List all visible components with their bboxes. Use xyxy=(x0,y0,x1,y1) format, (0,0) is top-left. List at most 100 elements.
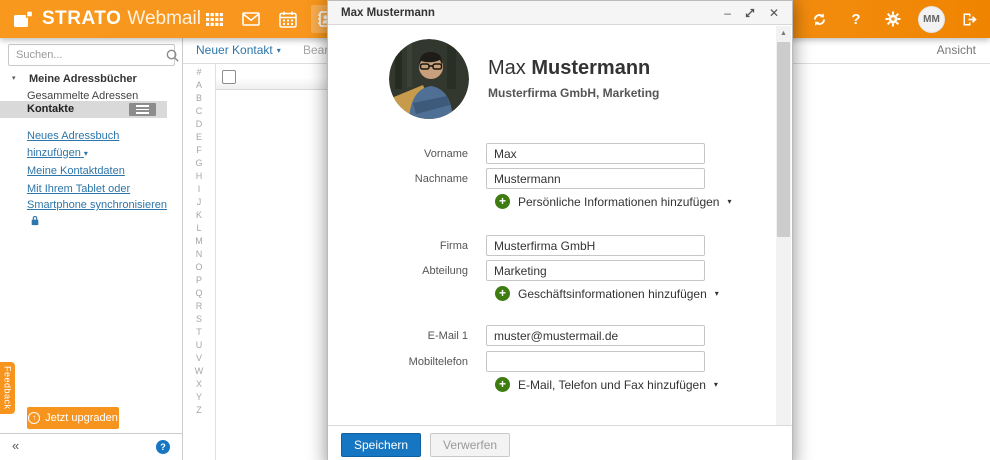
app-launcher-nav xyxy=(200,0,339,38)
contact-list-header xyxy=(216,64,329,90)
caret-down-icon: ▾ xyxy=(714,289,719,298)
alphabet-letter[interactable]: G xyxy=(195,157,202,170)
refresh-icon[interactable] xyxy=(807,7,831,31)
alphabet-letter[interactable]: S xyxy=(196,313,202,326)
lock-icon xyxy=(30,215,40,232)
sidebar-footer: « ? xyxy=(0,433,182,460)
my-contact-data-link[interactable]: Meine Kontaktdaten xyxy=(27,163,175,180)
first-name-field[interactable] xyxy=(486,143,705,164)
folder-actions-menu-icon[interactable] xyxy=(129,103,156,116)
collapse-sidebar-icon[interactable]: « xyxy=(12,438,19,453)
alphabet-letter[interactable]: C xyxy=(196,105,203,118)
alphabet-letter[interactable]: K xyxy=(196,209,202,222)
add-email-phone-fax-link[interactable]: + E-Mail, Telefon und Fax hinzufügen ▾ xyxy=(495,377,718,392)
sync-devices-link[interactable]: Mit Ihrem Tablet oder Smartphone synchro… xyxy=(27,181,175,232)
expander-icon[interactable]: ▾ xyxy=(12,74,16,82)
caret-down-icon: ▾ xyxy=(727,197,732,206)
alphabet-letter[interactable]: N xyxy=(196,248,203,261)
email1-field[interactable] xyxy=(486,325,705,346)
save-button[interactable]: Speichern xyxy=(341,433,422,457)
add-addressbook-link[interactable]: Neues Adressbuch hinzufügen ▾ xyxy=(27,128,175,162)
caret-down-icon: ▾ xyxy=(276,45,281,55)
folders-sidebar: ▾ Meine Adressbücher Gesammelte Adressen… xyxy=(0,38,183,460)
alphabet-letter[interactable]: I xyxy=(198,183,201,196)
first-name-label: Vorname xyxy=(423,148,468,160)
alphabet-letter[interactable]: Z xyxy=(196,404,202,417)
alphabet-index-rail: # A B C D E F G H I J K L M N O P Q R S T U V W X Y Z xyxy=(183,64,216,460)
alphabet-letter[interactable]: O xyxy=(195,261,202,274)
calendar-icon[interactable] xyxy=(274,5,302,33)
contact-heading: Max Mustermann Musterfirma GmbH, Marketi… xyxy=(488,57,659,100)
company-label: Firma xyxy=(439,240,468,252)
header-right-controls: ? MM xyxy=(807,0,982,38)
alphabet-letter[interactable]: P xyxy=(196,274,202,287)
scrollbar-thumb[interactable] xyxy=(777,42,790,237)
alphabet-letter[interactable]: D xyxy=(196,118,203,131)
minimize-icon[interactable]: – xyxy=(724,7,731,19)
alphabet-letter[interactable]: E xyxy=(196,131,202,144)
alphabet-letter[interactable]: F xyxy=(196,144,202,157)
logout-icon[interactable] xyxy=(958,7,982,31)
alphabet-letter[interactable]: B xyxy=(196,92,202,105)
alphabet-letter[interactable]: T xyxy=(196,326,202,339)
department-field[interactable] xyxy=(486,260,705,281)
mobile-field[interactable] xyxy=(486,351,705,372)
contact-subtitle: Musterfirma GmbH, Marketing xyxy=(488,86,660,100)
dialog-titlebar[interactable]: Max Mustermann – ✕ xyxy=(328,1,792,25)
mobile-label: Mobiltelefon xyxy=(408,356,468,368)
sidebar-links: Neues Adressbuch hinzufügen ▾ Meine Kont… xyxy=(27,128,175,232)
email1-label: E-Mail 1 xyxy=(427,330,468,342)
alphabet-letter[interactable]: A xyxy=(196,79,202,92)
alphabet-letter[interactable]: U xyxy=(196,339,203,352)
search-input[interactable] xyxy=(9,49,165,61)
dialog-footer: Speichern Verwerfen xyxy=(328,425,792,460)
alphabet-letter[interactable]: R xyxy=(196,300,203,313)
upgrade-button[interactable]: ↑ Jetzt upgraden xyxy=(27,407,119,429)
last-name-field[interactable] xyxy=(486,168,705,189)
alphabet-letter[interactable]: # xyxy=(196,66,201,79)
plus-icon: + xyxy=(495,286,510,301)
upgrade-arrow-icon: ↑ xyxy=(28,412,41,424)
search-icon[interactable] xyxy=(165,48,180,63)
footer-help-icon[interactable]: ? xyxy=(156,440,170,454)
contact-photo[interactable] xyxy=(389,39,469,119)
view-menu-button[interactable]: Ansicht xyxy=(937,43,976,57)
alphabet-letter[interactable]: H xyxy=(196,170,203,183)
strato-logo[interactable]: STRATO Webmail xyxy=(0,8,201,30)
alphabet-letter[interactable]: M xyxy=(195,235,203,248)
company-field[interactable] xyxy=(486,235,705,256)
add-personal-info-link[interactable]: + Persönliche Informationen hinzufügen ▾ xyxy=(495,194,731,209)
alphabet-letter[interactable]: X xyxy=(196,378,202,391)
contact-display-name: Max Mustermann xyxy=(488,57,651,79)
sidebar-root-my-addressbooks[interactable]: ▾ Meine Adressbücher xyxy=(0,72,183,88)
new-contact-button[interactable]: Neuer Kontakt ▾ xyxy=(196,43,281,57)
alphabet-letter[interactable]: L xyxy=(196,222,201,235)
caret-down-icon: ▾ xyxy=(713,380,718,389)
search-box xyxy=(8,44,179,66)
expand-icon[interactable] xyxy=(745,8,755,18)
caret-down-icon: ▾ xyxy=(83,148,88,158)
sidebar-item-contacts[interactable]: Kontakte xyxy=(0,101,167,118)
strato-logo-icon xyxy=(13,9,34,29)
mail-icon[interactable] xyxy=(237,5,265,33)
feedback-tab[interactable]: Feedback xyxy=(0,362,15,414)
user-avatar[interactable]: MM xyxy=(918,5,945,33)
plus-icon: + xyxy=(495,377,510,392)
alphabet-letter[interactable]: Y xyxy=(196,391,202,404)
settings-gear-icon[interactable] xyxy=(881,7,905,31)
select-all-checkbox[interactable] xyxy=(222,70,236,84)
dialog-scrollbar[interactable]: ▲ xyxy=(776,26,791,460)
help-icon[interactable]: ? xyxy=(844,7,868,31)
alphabet-letter[interactable]: W xyxy=(195,365,204,378)
apps-grid-icon[interactable] xyxy=(200,5,228,33)
alphabet-letter[interactable]: V xyxy=(196,352,202,365)
alphabet-letter[interactable]: Q xyxy=(195,287,202,300)
last-name-label: Nachname xyxy=(414,173,468,185)
close-icon[interactable]: ✕ xyxy=(769,7,779,19)
strato-webmail-app: STRATO Webmail ? MM Neuer Kontakt ▾ Ansi… xyxy=(0,0,990,460)
discard-button[interactable]: Verwerfen xyxy=(430,433,511,457)
alphabet-letter[interactable]: J xyxy=(197,196,202,209)
add-business-info-link[interactable]: + Geschäftsinformationen hinzufügen ▾ xyxy=(495,286,719,301)
scroll-up-icon[interactable]: ▲ xyxy=(776,26,791,40)
brand-name: STRATO xyxy=(42,8,122,29)
